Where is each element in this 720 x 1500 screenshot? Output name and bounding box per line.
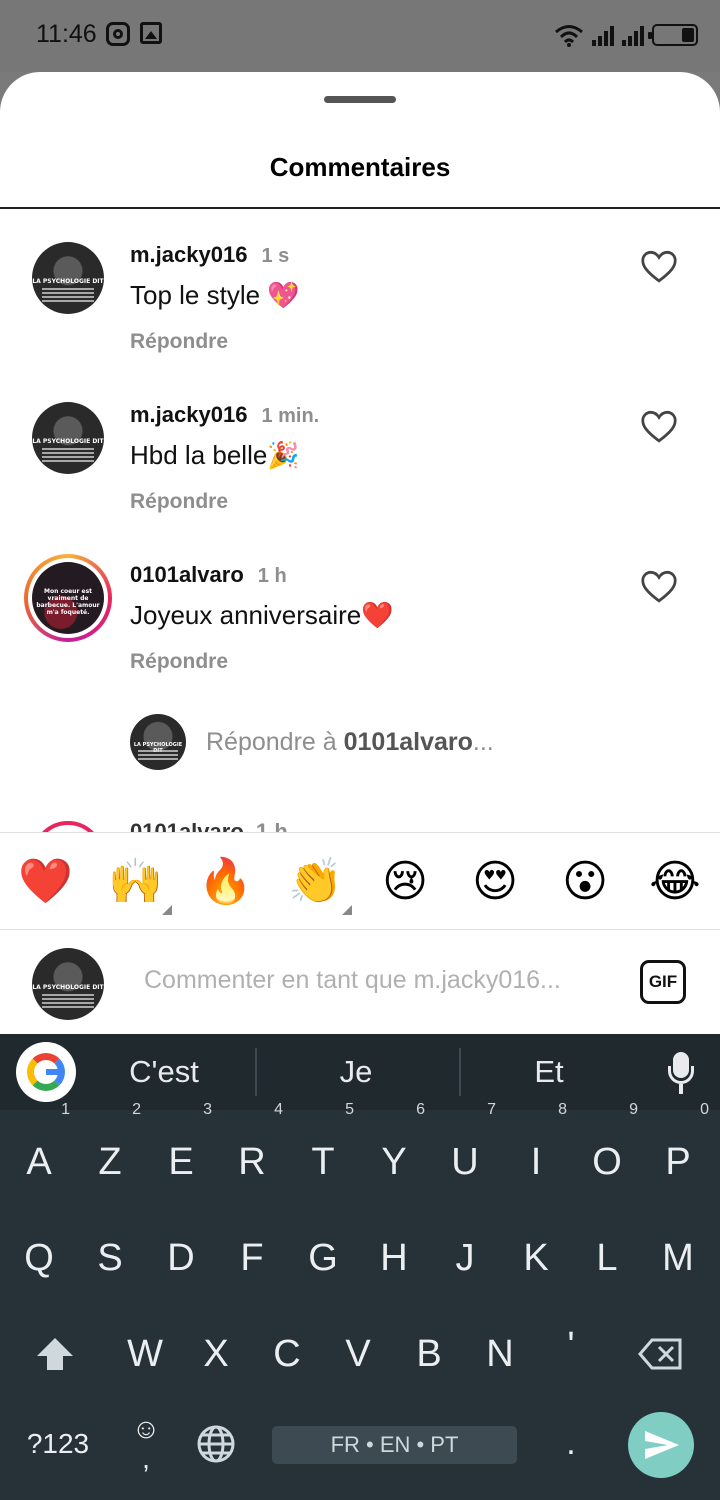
shift-icon [37,1338,73,1370]
reply-button[interactable]: Répondre [130,650,228,674]
smiley-icon: ☺ [131,1413,161,1444]
key-l[interactable]: L [572,1218,642,1298]
emoji-quick-bar: ❤️ 🙌 🔥 👏 😢 😍 😮 😂 [0,832,720,930]
comment-username[interactable]: m.jacky016 [130,402,247,428]
signal-icon [592,24,614,46]
avatar[interactable]: LA PSYCHOLOGIE DIT [32,402,104,474]
comment-time: 1 s [261,245,290,267]
avatar[interactable]: LA PSYCHOLOGIE DIT [32,242,104,314]
comment-username[interactable]: m.jacky016 [130,242,247,268]
key-r[interactable]: R4 [217,1102,287,1202]
comment-text: Hbd la belle🎉 [130,440,300,470]
key-k[interactable]: K [501,1218,571,1298]
backspace-key[interactable] [626,1314,696,1394]
divider [255,1048,257,1096]
shift-key[interactable] [20,1314,90,1394]
key-n[interactable]: N [465,1314,535,1394]
globe-icon[interactable] [196,1424,236,1464]
microphone-icon[interactable] [668,1052,694,1094]
comment-item: LA PSYCHOLOGIE DIT m.jacky016 1 s Top le… [0,242,720,382]
reply-button[interactable]: Répondre [130,330,228,354]
suggestion-strip: C'est Je Et [0,1034,720,1110]
reply-prompt[interactable]: Répondre à 0101alvaro... [206,728,494,757]
comment-text: Top le style 💖 [130,280,300,310]
key-h[interactable]: H [359,1218,429,1298]
instagram-notification-icon [106,22,130,46]
battery-icon [648,24,698,46]
keyboard: C'est Je Et A1 Z2 E3 R4 T5 Y6 U7 I8 O9 P… [0,1034,720,1500]
key-d[interactable]: D [146,1218,216,1298]
key-t[interactable]: T5 [288,1102,358,1202]
emoji-clap-button[interactable]: 👏 [288,855,352,915]
heart-icon[interactable] [640,570,678,604]
symbols-key[interactable]: ?123 [20,1428,96,1460]
send-icon [645,1431,679,1459]
emoji-fire-button[interactable]: 🔥 [198,855,253,909]
key-s[interactable]: S [75,1218,145,1298]
key-w[interactable]: W [110,1314,180,1394]
key-m[interactable]: M [643,1218,713,1298]
backspace-icon [638,1338,682,1370]
gallery-notification-icon [140,22,162,44]
emoji-laughing-button[interactable]: 😂 [648,855,702,909]
emoji-raising-hands-button[interactable]: 🙌 [108,855,172,915]
sheet-title: Commentaires [269,152,451,182]
comment-item: LA PSYCHOLOGIE DIT m.jacky016 1 min. Hbd… [0,402,720,542]
key-q[interactable]: Q [4,1218,74,1298]
emoji-heart-eyes-button[interactable]: 😍 [468,855,522,909]
suggestion-2[interactable]: Je [266,1054,446,1090]
key-g[interactable]: G [288,1218,358,1298]
comments-sheet: Commentaires LA PSYCHOLOGIE DIT m.jacky0… [0,72,720,1034]
key-o[interactable]: O9 [572,1102,642,1202]
space-bar[interactable]: FR • EN • PT [272,1426,517,1464]
reply-button[interactable]: Répondre [130,490,228,514]
gif-button[interactable]: GIF [640,960,686,1004]
key-p[interactable]: P0 [643,1102,713,1202]
avatar: LA PSYCHOLOGIE DIT [32,948,104,1020]
period-key[interactable]: . [556,1424,586,1463]
heart-icon[interactable] [640,250,678,284]
avatar-story-ring[interactable]: Mon coeur est vraiment de barbecue. L'am… [24,554,112,642]
emoji-surprised-button[interactable]: 😮 [558,855,612,909]
key-i[interactable]: I8 [501,1102,571,1202]
key-a[interactable]: A1 [4,1102,74,1202]
key-j[interactable]: J [430,1218,500,1298]
comment-composer: LA PSYCHOLOGIE DIT Commenter en tant que… [0,930,720,1034]
key-u[interactable]: U7 [430,1102,500,1202]
comment-text: Joyeux anniversaire❤️ [130,600,394,630]
drag-handle[interactable] [324,96,396,103]
key-z[interactable]: Z2 [75,1102,145,1202]
key-apostrophe[interactable]: ' [536,1306,606,1386]
key-v[interactable]: V [323,1314,393,1394]
key-f[interactable]: F [217,1218,287,1298]
key-x[interactable]: X [181,1314,251,1394]
status-time: 11:46 [36,20,97,48]
comment-username[interactable]: 0101alvaro 1 h [130,819,288,833]
emoji-crying-button[interactable]: 😢 [378,855,432,909]
emoji-heart-button[interactable]: ❤️ [18,855,73,909]
google-icon[interactable] [16,1042,76,1102]
suggestion-3[interactable]: Et [459,1054,639,1090]
key-y[interactable]: Y6 [359,1102,429,1202]
wifi-icon [555,25,583,47]
comment-item-partial: 0101alvaro 1 h [0,817,720,833]
send-button[interactable] [628,1412,694,1478]
emoji-comma-key[interactable]: ☺, [128,1414,164,1474]
key-c[interactable]: C [252,1314,322,1394]
comment-item: Mon coeur est vraiment de barbecue. L'am… [0,554,720,702]
suggestion-1[interactable]: C'est [74,1054,254,1090]
signal-2-icon [622,24,644,46]
key-b[interactable]: B [394,1314,464,1394]
comment-input[interactable]: Commenter en tant que m.jacky016... [144,966,561,995]
comment-username[interactable]: 0101alvaro [130,562,244,588]
heart-icon[interactable] [640,410,678,444]
comment-time: 1 h [257,565,287,587]
status-bar: 11:46 [0,0,720,72]
key-e[interactable]: E3 [146,1102,216,1202]
inline-reply[interactable]: LA PSYCHOLOGIE DIT Répondre à 0101alvaro… [0,714,720,774]
comment-time: 1 min. [261,405,320,427]
avatar: LA PSYCHOLOGIE DIT [130,714,186,770]
divider [0,207,720,209]
